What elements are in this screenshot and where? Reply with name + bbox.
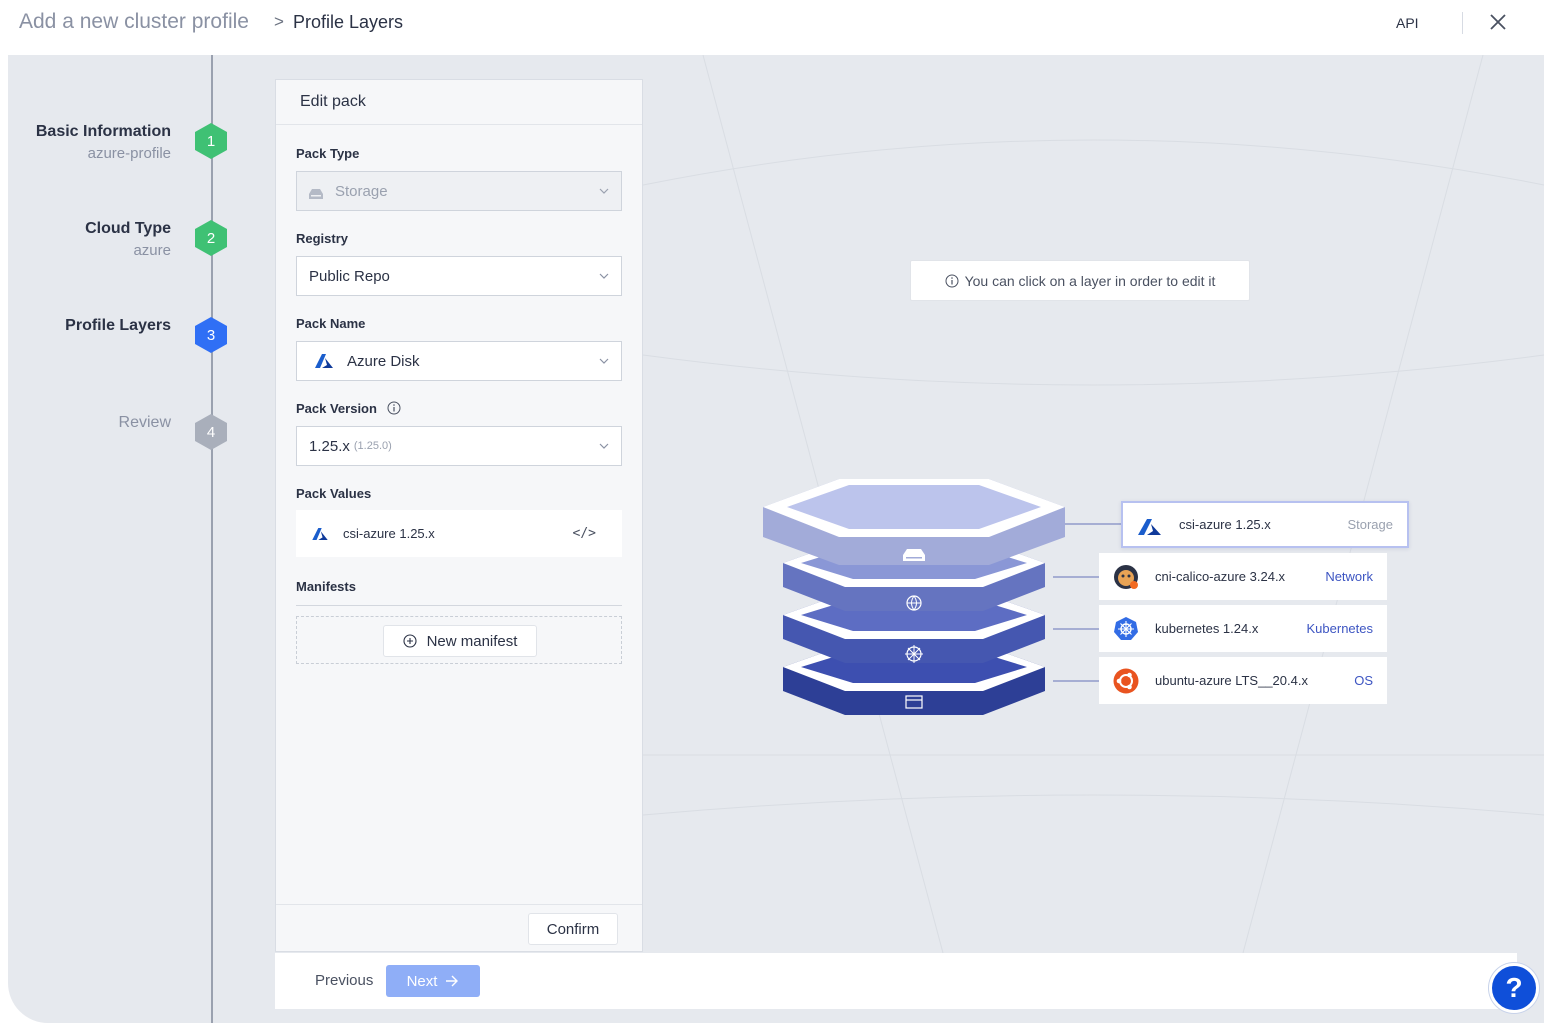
registry-value: Public Repo — [309, 267, 390, 285]
calico-logo-icon — [1114, 565, 1138, 589]
step-title: Review — [118, 414, 171, 431]
storage-layer[interactable] — [763, 479, 1065, 565]
manifests-label: Manifests — [296, 579, 356, 594]
top-bar: Add a new cluster profile > Profile Laye… — [0, 0, 1552, 55]
breadcrumb-current: Profile Layers — [293, 12, 404, 32]
step-title: Cloud Type — [85, 220, 171, 237]
layer-card-storage[interactable]: csi-azure 1.25.x Storage — [1121, 501, 1409, 548]
steps-timeline — [211, 55, 213, 1023]
step-profile-layers[interactable]: Profile Layers — [65, 317, 171, 335]
step-basic-information[interactable]: Basic Information azure-profile — [36, 123, 171, 162]
step-title: Profile Layers — [65, 317, 171, 334]
pack-type-value: Storage — [335, 182, 388, 200]
step-title: Basic Information — [35, 123, 171, 140]
layer-name: kubernetes 1.24.x — [1155, 621, 1259, 636]
chevron-down-icon — [599, 273, 609, 279]
kubernetes-logo-icon — [1114, 617, 1138, 640]
step-subtitle: azure-profile — [87, 145, 171, 162]
tip-text: You can click on a layer in order to edi… — [964, 272, 1216, 289]
pack-version-label-text: Pack Version — [296, 401, 377, 416]
azure-logo-icon — [315, 354, 333, 368]
layer-card-kubernetes[interactable]: kubernetes 1.24.x Kubernetes — [1099, 605, 1387, 652]
layer-card-os[interactable]: ubuntu-azure LTS__20.4.x OS — [1099, 657, 1387, 704]
info-icon — [945, 274, 959, 287]
pack-version-label: Pack Version — [296, 401, 401, 416]
chevron-down-icon — [599, 358, 609, 364]
step-2-badge: 2 — [195, 220, 227, 256]
panel-footer: Confirm — [276, 904, 642, 951]
layer-name: ubuntu-azure LTS__20.4.x — [1155, 673, 1308, 688]
step-4-badge: 4 — [195, 414, 227, 450]
edit-layer-tip: You can click on a layer in order to edi… — [910, 260, 1250, 301]
wizard-frame: Basic Information azure-profile 1 Cloud … — [8, 55, 1544, 1023]
pack-version-value: 1.25.x — [309, 437, 350, 455]
header-divider — [1462, 12, 1463, 34]
help-button[interactable]: ? — [1489, 963, 1539, 1013]
info-icon[interactable] — [387, 401, 401, 415]
new-manifest-button[interactable]: New manifest — [383, 625, 537, 657]
panel-title: Edit pack — [276, 80, 642, 125]
api-button[interactable]: API — [1396, 15, 1419, 31]
arrow-right-icon — [446, 975, 459, 987]
pack-version-select[interactable]: 1.25.x (1.25.0) — [296, 426, 622, 466]
azure-logo-icon — [312, 527, 328, 540]
pack-values-item[interactable]: csi-azure 1.25.x </> — [296, 510, 622, 557]
pack-name-select[interactable]: Azure Disk — [296, 341, 622, 381]
pack-values-label: Pack Values — [296, 486, 372, 501]
wizard-footer: Previous Next — [275, 953, 1517, 1009]
breadcrumb-separator: > — [274, 12, 284, 31]
new-manifest-label: New manifest — [426, 632, 518, 650]
pack-name-value: Azure Disk — [347, 352, 420, 370]
layer-type: Kubernetes — [1306, 621, 1374, 636]
azure-logo-icon — [1138, 519, 1161, 535]
pack-type-label: Pack Type — [296, 146, 360, 161]
edit-pack-panel: Edit pack Pack Type Storage Registry Pub… — [275, 79, 643, 952]
step-review[interactable]: Review — [119, 414, 171, 432]
plus-circle-icon — [403, 634, 417, 648]
step-1-badge: 1 — [195, 123, 227, 159]
close-icon[interactable] — [1486, 10, 1510, 34]
manifest-dropzone: New manifest — [296, 616, 622, 664]
confirm-button[interactable]: Confirm — [528, 913, 618, 945]
layer-type: Network — [1325, 569, 1373, 584]
wizard-steps: Basic Information azure-profile 1 Cloud … — [8, 55, 228, 1023]
code-icon[interactable]: </> — [573, 526, 596, 541]
step-subtitle: azure — [133, 242, 171, 259]
pack-values-name: csi-azure 1.25.x — [343, 526, 435, 541]
step-cloud-type[interactable]: Cloud Type azure — [85, 220, 171, 259]
registry-label: Registry — [296, 231, 349, 246]
previous-button[interactable]: Previous — [315, 972, 373, 989]
layers-canvas: You can click on a layer in order to edi… — [643, 55, 1544, 953]
pack-name-label: Pack Name — [296, 316, 366, 331]
breadcrumb-root[interactable]: Add a new cluster profile — [19, 10, 249, 34]
next-label: Next — [406, 972, 438, 990]
layer-name: csi-azure 1.25.x — [1179, 517, 1271, 532]
chevron-down-icon — [599, 443, 609, 449]
chevron-down-icon — [599, 188, 609, 194]
pack-version-detail: (1.25.0) — [353, 440, 392, 452]
storage-icon — [309, 186, 323, 199]
layer-type: Storage — [1347, 517, 1393, 532]
layer-name: cni-calico-azure 3.24.x — [1155, 569, 1286, 584]
manifests-divider — [296, 605, 622, 606]
layer-type: OS — [1354, 673, 1373, 688]
ubuntu-logo-icon — [1113, 668, 1139, 694]
registry-select[interactable]: Public Repo — [296, 256, 622, 296]
layer-card-network[interactable]: cni-calico-azure 3.24.x Network — [1099, 553, 1387, 600]
next-button[interactable]: Next — [386, 965, 480, 997]
pack-type-select: Storage — [296, 171, 622, 211]
step-3-badge: 3 — [195, 317, 227, 353]
